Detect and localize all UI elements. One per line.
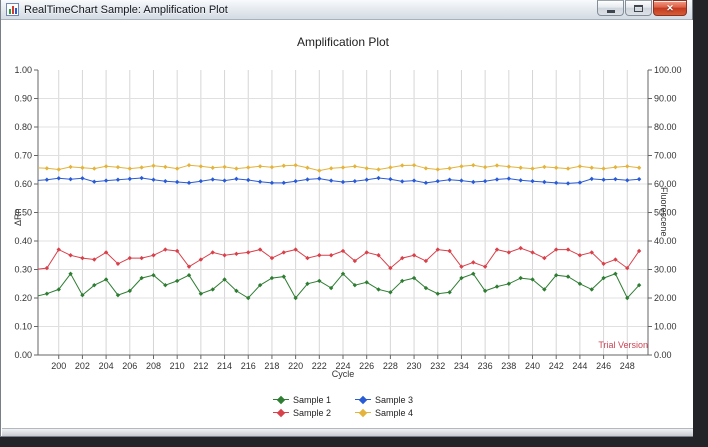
- legend-label: Sample 3: [375, 395, 413, 405]
- chart-title: Amplification Plot: [38, 35, 648, 49]
- svg-text:40.00: 40.00: [654, 236, 677, 246]
- desktop-background: RealTimeChart Sample: Amplification Plot…: [0, 0, 708, 447]
- legend-grid: Sample 1 Sample 2 Sample 3 Sample 4: [273, 393, 413, 419]
- x-axis-title: Cycle: [38, 369, 648, 379]
- chart-client-area: 0.000.100.200.300.400.500.600.700.800.90…: [2, 20, 693, 428]
- maximize-button[interactable]: [625, 0, 652, 16]
- app-window: RealTimeChart Sample: Amplification Plot…: [0, 0, 693, 437]
- trial-version-watermark: Trial Version: [38, 340, 648, 350]
- svg-text:0.60: 0.60: [14, 179, 32, 189]
- svg-text:70.00: 70.00: [654, 151, 677, 161]
- window-title: RealTimeChart Sample: Amplification Plot: [24, 4, 228, 16]
- chart-legend: Sample 1 Sample 2 Sample 3 Sample 4: [38, 393, 648, 419]
- svg-text:20.00: 20.00: [654, 293, 677, 303]
- y-axis-right-title: Fluorescene: [659, 187, 669, 237]
- svg-text:0.00: 0.00: [654, 350, 672, 360]
- svg-text:1.00: 1.00: [14, 65, 32, 75]
- svg-text:100.00: 100.00: [654, 65, 682, 75]
- legend-label: Sample 1: [293, 395, 331, 405]
- legend-label: Sample 4: [375, 408, 413, 418]
- amplification-chart: 0.000.100.200.300.400.500.600.700.800.90…: [2, 20, 693, 428]
- window-bottom-frame[interactable]: [2, 428, 693, 436]
- svg-text:90.00: 90.00: [654, 94, 677, 104]
- svg-text:0.10: 0.10: [14, 322, 32, 332]
- close-button[interactable]: ✕: [653, 0, 687, 16]
- svg-text:30.00: 30.00: [654, 265, 677, 275]
- maximize-icon: [634, 5, 643, 12]
- legend-marker-icon: [273, 395, 289, 404]
- legend-item-sample-2: Sample 2: [273, 406, 331, 419]
- y-axis-left-title: ΔRn: [13, 208, 23, 226]
- svg-text:10.00: 10.00: [654, 322, 677, 332]
- svg-text:0.20: 0.20: [14, 293, 32, 303]
- legend-item-sample-3: Sample 3: [355, 393, 413, 406]
- legend-marker-icon: [355, 395, 371, 404]
- legend-item-sample-4: Sample 4: [355, 406, 413, 419]
- legend-marker-icon: [355, 408, 371, 417]
- svg-text:0.90: 0.90: [14, 94, 32, 104]
- minimize-button[interactable]: [597, 0, 624, 16]
- svg-text:0.30: 0.30: [14, 265, 32, 275]
- svg-text:0.40: 0.40: [14, 236, 32, 246]
- app-icon: [6, 3, 19, 16]
- legend-item-sample-1: Sample 1: [273, 393, 331, 406]
- minimize-icon: [607, 10, 615, 13]
- svg-text:0.70: 0.70: [14, 151, 32, 161]
- legend-marker-icon: [273, 408, 289, 417]
- svg-text:80.00: 80.00: [654, 122, 677, 132]
- gridlines: [38, 70, 648, 355]
- svg-text:0.80: 0.80: [14, 122, 32, 132]
- window-controls: ✕: [597, 0, 687, 16]
- window-titlebar[interactable]: RealTimeChart Sample: Amplification Plot…: [1, 0, 692, 20]
- series-sample-1: [33, 272, 641, 301]
- series-sample-2: [33, 246, 641, 272]
- close-icon: ✕: [666, 4, 674, 13]
- series-sample-4: [33, 163, 641, 173]
- legend-label: Sample 2: [293, 408, 331, 418]
- svg-text:0.00: 0.00: [14, 350, 32, 360]
